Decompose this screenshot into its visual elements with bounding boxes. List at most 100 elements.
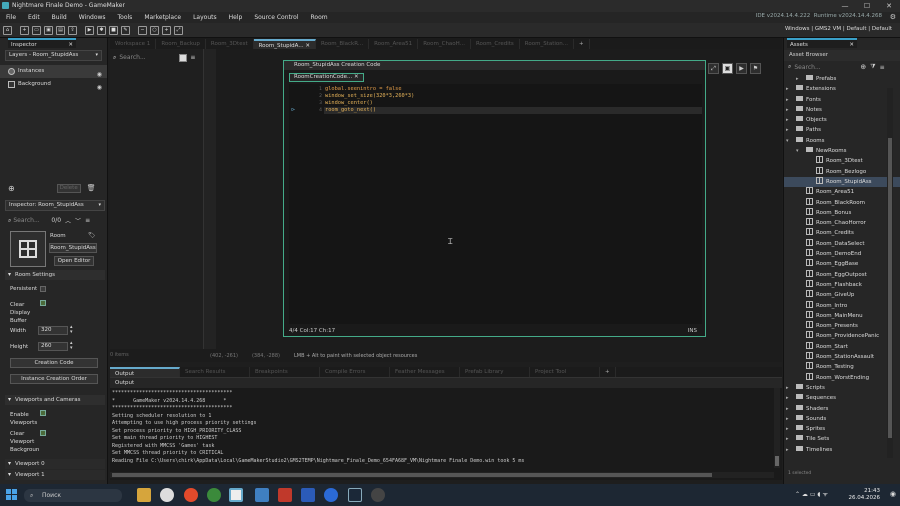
- tab-room-area51[interactable]: Room_Area51: [369, 38, 419, 49]
- tray-icons[interactable]: ⌃ ☁ ▭ ◖ ᯤ: [795, 490, 828, 498]
- chevron-right-icon[interactable]: ▸: [796, 74, 799, 84]
- app-icon-blue[interactable]: [324, 488, 338, 502]
- steam-icon[interactable]: [348, 488, 362, 502]
- home-icon[interactable]: ⌂: [3, 25, 12, 35]
- file-explorer-icon[interactable]: [137, 488, 151, 502]
- search-next-icon[interactable]: ﹀: [75, 216, 81, 225]
- menu-room[interactable]: Room: [305, 12, 334, 23]
- asset-item[interactable]: Room_EggBase: [784, 259, 900, 269]
- tab-prefab-library[interactable]: Prefab Library: [460, 367, 530, 377]
- tab-room-credits[interactable]: Room_Credits: [471, 38, 520, 49]
- tab-project-tool[interactable]: Project Tool: [530, 367, 600, 377]
- chevron-right-icon[interactable]: ▸: [786, 95, 789, 105]
- asset-item[interactable]: ▸ Scripts: [784, 383, 900, 393]
- gamemaker-icon[interactable]: [229, 488, 243, 502]
- asset-item[interactable]: Room_Intro: [784, 300, 900, 311]
- tab-assets[interactable]: Assets ✕: [787, 38, 857, 48]
- filter-icon[interactable]: [179, 53, 188, 62]
- asset-item[interactable]: ▸ Notes: [784, 105, 900, 115]
- run-room-icon[interactable]: ▶: [736, 62, 747, 74]
- tab-room-chaohorror[interactable]: Room_ChaoH...: [418, 38, 471, 49]
- maximize-icon[interactable]: ☐: [856, 0, 878, 12]
- export-icon[interactable]: ⇪: [68, 25, 77, 35]
- browser-icon[interactable]: [184, 488, 198, 502]
- zoom-in-icon[interactable]: +: [162, 25, 171, 35]
- search-prev-icon[interactable]: ︿: [65, 216, 71, 225]
- target-selector[interactable]: Windows | GMS2 VM | Default | Default: [785, 26, 892, 32]
- chrome-icon[interactable]: [207, 488, 221, 502]
- open-editor-button[interactable]: Open Editor: [54, 256, 94, 266]
- add-layer-icon[interactable]: ⊕: [8, 184, 15, 193]
- clear-viewport-bg-checkbox[interactable]: [40, 430, 46, 436]
- width-stepper[interactable]: ▴ ▾: [70, 325, 73, 335]
- height-input[interactable]: 260: [38, 342, 68, 351]
- asset-item[interactable]: ▾ NewRooms: [784, 146, 900, 156]
- code-area[interactable]: 1 2 3 4 ⊳ global.seenintro = false windo…: [289, 84, 702, 324]
- save-icon[interactable]: ▣: [44, 25, 53, 35]
- fullscreen-icon[interactable]: ⤢: [174, 25, 183, 35]
- add-asset-icon[interactable]: ⊕: [860, 63, 866, 71]
- inspector-select[interactable]: Inspector: Room_StupidAss ▾: [5, 200, 105, 211]
- stop-icon[interactable]: ■: [109, 25, 118, 35]
- clock[interactable]: 21:43 26.04.2026: [849, 488, 881, 502]
- clear-display-buffer-checkbox[interactable]: [40, 300, 46, 306]
- chevron-right-icon[interactable]: ▸: [786, 424, 789, 434]
- menu-windows[interactable]: Windows: [73, 12, 112, 23]
- height-stepper[interactable]: ▴ ▾: [70, 341, 73, 351]
- tab-room-stationassault[interactable]: Room_Station...: [520, 38, 574, 49]
- menu-marketplace[interactable]: Marketplace: [138, 12, 187, 23]
- asset-item[interactable]: Room_Flashback: [784, 279, 900, 290]
- tab-room-creation-code[interactable]: RoomCreationCode... ✕: [289, 73, 364, 82]
- menu-icon[interactable]: ≡: [85, 217, 90, 224]
- persistent-checkbox[interactable]: [40, 286, 46, 292]
- layer-instances[interactable]: Instances ◉: [0, 65, 107, 78]
- tab-room-stupidass[interactable]: Room_StupidA... ✕: [253, 38, 316, 49]
- word-icon[interactable]: [301, 488, 315, 502]
- trash-icon[interactable]: 🗑: [87, 184, 96, 192]
- asset-item[interactable]: Room_ProvidencePanic: [784, 331, 900, 341]
- tab-workspace-1[interactable]: Workspace 1: [110, 38, 157, 49]
- snap-icon[interactable]: ▣: [722, 62, 733, 74]
- chevron-right-icon[interactable]: ▸: [786, 414, 789, 424]
- open-project-icon[interactable]: ▭: [32, 25, 41, 35]
- menu-file[interactable]: File: [0, 12, 22, 23]
- room-name-field[interactable]: Room_StupidAss: [49, 243, 97, 253]
- asset-item[interactable]: ▸ Shaders: [784, 404, 900, 414]
- output-scrollbar[interactable]: [774, 388, 780, 468]
- asset-item[interactable]: Room_EggOutpost: [784, 269, 900, 280]
- asset-item[interactable]: ▸ Tile Sets: [784, 434, 900, 444]
- layers-select[interactable]: Layers - Room_StupidAss ▾: [5, 50, 102, 61]
- asset-item[interactable]: Room_WorstEnding: [784, 372, 900, 383]
- add-tab-icon[interactable]: +: [600, 367, 616, 377]
- asset-item[interactable]: Room_StationAssault: [784, 352, 900, 362]
- tab-inspector[interactable]: Inspector ✕: [8, 38, 76, 48]
- asset-item[interactable]: ▸ Fonts: [784, 95, 900, 105]
- output-log[interactable]: ****************************************…: [110, 388, 782, 465]
- fit-icon[interactable]: ⤢: [708, 62, 719, 74]
- tab-feather-messages[interactable]: Feather Messages: [390, 367, 460, 377]
- asset-item[interactable]: Room_Bonus: [784, 207, 900, 218]
- search-input[interactable]: Search...: [13, 217, 41, 224]
- menu-tools[interactable]: Tools: [112, 12, 139, 23]
- chevron-right-icon[interactable]: ▸: [786, 383, 789, 393]
- flag-icon[interactable]: ⚑: [750, 62, 761, 74]
- menu-help[interactable]: Help: [223, 12, 249, 23]
- enable-viewports-checkbox[interactable]: [40, 410, 46, 416]
- viewports-header[interactable]: Viewports and Cameras: [5, 395, 105, 405]
- package-icon[interactable]: ▤: [56, 25, 65, 35]
- close-icon[interactable]: ✕: [878, 0, 900, 12]
- chevron-right-icon[interactable]: ▸: [786, 393, 789, 403]
- menu-edit[interactable]: Edit: [22, 12, 46, 23]
- creation-code-button[interactable]: Creation Code: [10, 358, 98, 368]
- new-project-icon[interactable]: +: [20, 25, 29, 35]
- menu-build[interactable]: Build: [46, 12, 73, 23]
- menu-icon[interactable]: ≡: [190, 54, 195, 61]
- play-icon[interactable]: ▶: [85, 25, 94, 35]
- chevron-right-icon[interactable]: ▸: [786, 105, 789, 115]
- room-settings-header[interactable]: Room Settings: [5, 270, 105, 280]
- asset-item[interactable]: ▸ Objects: [784, 115, 900, 125]
- tab-search-results[interactable]: Search Results: [180, 367, 250, 377]
- menu-icon[interactable]: ≡: [880, 64, 885, 71]
- clean-icon[interactable]: ✎: [121, 25, 130, 35]
- eye-icon[interactable]: ◉: [97, 81, 102, 94]
